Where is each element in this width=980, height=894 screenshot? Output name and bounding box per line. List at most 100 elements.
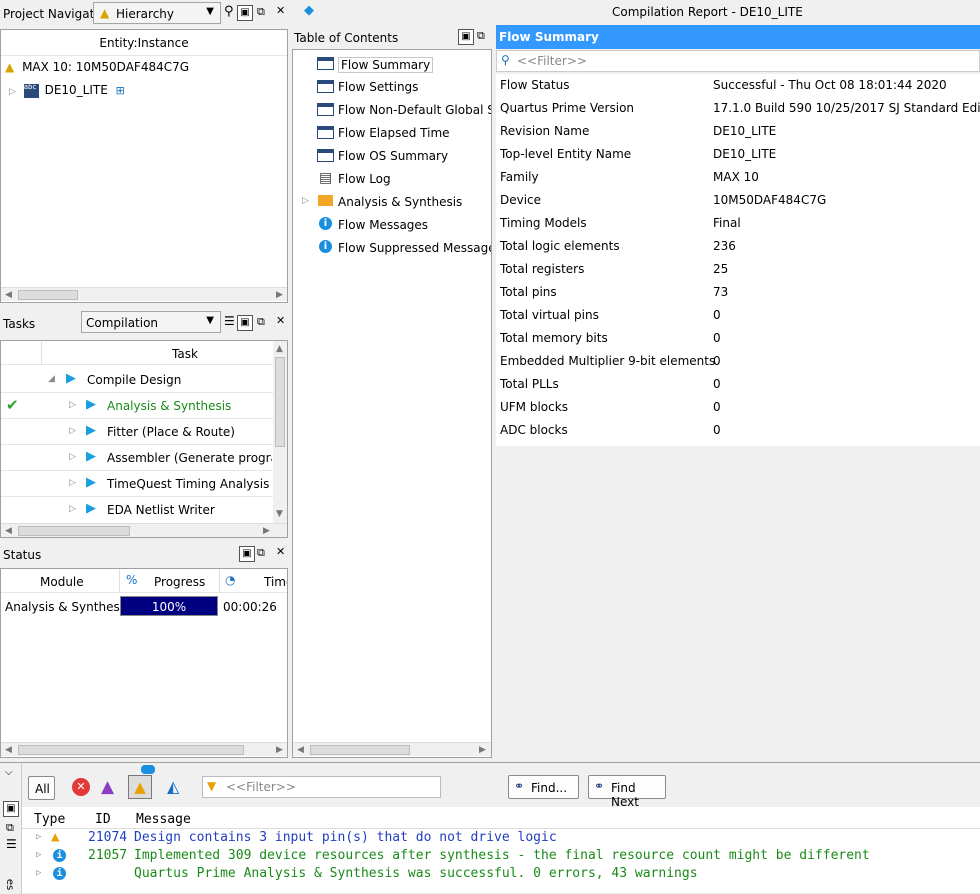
summary-filter[interactable]: ⚲ <<Filter>> [496, 50, 980, 72]
task-row-analysis-synthesis[interactable]: ✔ ▷ ▶ Analysis & Synthesis [1, 393, 273, 419]
expand-arrow-icon[interactable]: ▷ [69, 478, 76, 488]
expand-arrow-icon[interactable]: ▷ [36, 850, 41, 860]
play-icon[interactable]: ▶ [66, 371, 76, 386]
find-next-button[interactable]: ⚭ Find Next [588, 775, 666, 809]
expand-arrow-icon[interactable]: ▷ [9, 87, 16, 97]
play-icon[interactable]: ▶ [86, 423, 96, 438]
expand-arrow-icon[interactable]: ▷ [69, 504, 76, 514]
navigator-scrollbar[interactable]: ◀ ▶ [1, 287, 287, 301]
toc-item[interactable]: ▤ Flow Log [293, 169, 491, 191]
summary-row[interactable]: Top-level Entity Name DE10_LITE [496, 143, 980, 166]
summary-row[interactable]: Revision Name DE10_LITE [496, 120, 980, 143]
scroll-right-icon[interactable]: ▶ [263, 524, 270, 537]
scroll-right-icon[interactable]: ▶ [276, 288, 283, 302]
pin-icon[interactable]: ▣ [237, 5, 253, 21]
message-row[interactable]: ▷ i Quartus Prime Analysis & Synthesis wa… [22, 865, 980, 883]
scrollbar-thumb[interactable] [310, 745, 410, 755]
scroll-down-icon[interactable]: ▼ [276, 507, 283, 521]
scroll-left-icon[interactable]: ◀ [5, 743, 12, 757]
flow-dropdown[interactable]: Compilation ▼ [81, 311, 221, 333]
task-row-eda-netlist[interactable]: ▷ ▶ EDA Netlist Writer [1, 497, 273, 523]
find-button[interactable]: ⚭ Find... [508, 775, 579, 799]
play-icon[interactable]: ▶ [86, 397, 96, 412]
tasks-scrollbar[interactable]: ◀ ▶ [1, 523, 287, 537]
list-icon[interactable]: ☰ [224, 314, 235, 328]
summary-row[interactable]: Total logic elements 236 [496, 235, 980, 258]
task-row-compile-design[interactable]: ◢ ▶ Compile Design [1, 367, 273, 393]
expand-arrow-icon[interactable]: ▷ [69, 426, 76, 436]
status-scrollbar[interactable]: ◀ ▶ [1, 742, 287, 756]
scroll-left-icon[interactable]: ◀ [297, 743, 304, 757]
critical-warning-filter-icon[interactable]: ▲ [101, 777, 114, 797]
collapse-arrow-icon[interactable]: ◢ [48, 374, 55, 384]
pin-icon[interactable]: ⌵ [5, 767, 13, 778]
scroll-left-icon[interactable]: ◀ [5, 524, 12, 537]
expand-arrow-icon[interactable]: ▷ [69, 452, 76, 462]
scroll-right-icon[interactable]: ▶ [479, 743, 486, 757]
toc-scrollbar[interactable]: ◀ ▶ [293, 742, 491, 756]
summary-row[interactable]: Total virtual pins 0 [496, 304, 980, 327]
play-icon[interactable]: ▶ [86, 449, 96, 464]
error-filter-icon[interactable]: ✕ [72, 778, 90, 796]
expand-arrow-icon[interactable]: ▷ [69, 400, 76, 410]
summary-row[interactable]: Flow Status Successful - Thu Oct 08 18:0… [496, 74, 980, 97]
summary-row[interactable]: Family MAX 10 [496, 166, 980, 189]
pin-icon[interactable]: ▣ [3, 801, 19, 817]
toc-item[interactable]: Flow Elapsed Time [293, 123, 491, 145]
toc-item[interactable]: i Flow Suppressed Messages [293, 238, 491, 260]
scroll-up-icon[interactable]: ▲ [276, 342, 283, 356]
play-icon[interactable]: ▶ [86, 501, 96, 516]
toc-item[interactable]: Flow OS Summary [293, 146, 491, 168]
toc-item[interactable]: Flow Non-Default Global Setti [293, 100, 491, 122]
scrollbar-thumb[interactable] [18, 526, 130, 536]
pin-icon[interactable]: ▣ [458, 29, 474, 45]
scroll-left-icon[interactable]: ◀ [5, 288, 12, 302]
float-icon[interactable]: ⧉ [477, 29, 485, 43]
expand-arrow-icon[interactable]: ▷ [36, 868, 41, 878]
message-row[interactable]: ▷ ▲ 21074 Design contains 3 input pin(s) … [22, 829, 980, 847]
task-row-assembler[interactable]: ▷ ▶ Assembler (Generate programm [1, 445, 273, 471]
close-icon[interactable]: ✕ [276, 4, 285, 17]
all-filter-button[interactable]: All [28, 776, 55, 800]
toc-item[interactable]: Flow Settings [293, 77, 491, 99]
device-row[interactable]: ▲ MAX 10: 10M50DAF484C7G [5, 60, 189, 74]
summary-row[interactable]: Timing Models Final [496, 212, 980, 235]
tasks-vertical-scrollbar[interactable]: ▲ ▼ [273, 341, 287, 523]
task-row-fitter[interactable]: ▷ ▶ Fitter (Place & Route) [1, 419, 273, 445]
summary-row[interactable]: ADC blocks 0 [496, 419, 980, 442]
suppress-filter-icon[interactable]: ◭ [167, 777, 179, 796]
summary-row[interactable]: Total pins 73 [496, 281, 980, 304]
close-icon[interactable]: ✕ [276, 545, 285, 558]
summary-row[interactable]: Quartus Prime Version 17.1.0 Build 590 1… [496, 97, 980, 120]
float-icon[interactable]: ⧉ [6, 821, 14, 835]
toc-item[interactable]: Flow Summary [293, 54, 491, 76]
pin-icon[interactable]: ▣ [237, 315, 253, 331]
play-icon[interactable]: ▶ [86, 475, 96, 490]
entity-row[interactable]: ▷ abc DE10_LITE ⊞ [9, 83, 125, 98]
hierarchy-dropdown[interactable]: ▲ Hierarchy ▼ [93, 2, 221, 24]
summary-row[interactable]: Embedded Multiplier 9-bit elements 0 [496, 350, 980, 373]
search-icon[interactable]: ⚲ [224, 4, 234, 19]
task-row-timequest[interactable]: ▷ ▶ TimeQuest Timing Analysis [1, 471, 273, 497]
summary-row[interactable]: Total memory bits 0 [496, 327, 980, 350]
pin-icon[interactable]: ▣ [239, 546, 255, 562]
summary-row[interactable]: UFM blocks 0 [496, 396, 980, 419]
toc-item[interactable]: ▷ Analysis & Synthesis [293, 192, 491, 214]
scrollbar-thumb[interactable] [275, 357, 285, 447]
expand-arrow-icon[interactable]: ▷ [302, 196, 309, 206]
float-icon[interactable]: ⧉ [257, 5, 265, 19]
expand-arrow-icon[interactable]: ▷ [36, 832, 41, 842]
summary-row[interactable]: Total registers 25 [496, 258, 980, 281]
summary-row[interactable]: Total PLLs 0 [496, 373, 980, 396]
warning-filter-icon[interactable]: ▲ [128, 775, 152, 799]
toc-item[interactable]: i Flow Messages [293, 215, 491, 237]
scroll-right-icon[interactable]: ▶ [276, 743, 283, 757]
messages-filter-input[interactable]: ▼ <<Filter>> [202, 776, 441, 798]
summary-row[interactable]: Device 10M50DAF484C7G [496, 189, 980, 212]
scrollbar-thumb[interactable] [18, 290, 78, 300]
message-row[interactable]: ▷ i 21057 Implemented 309 device resource… [22, 847, 980, 865]
scrollbar-thumb[interactable] [18, 745, 244, 755]
menu-icon[interactable]: ☰ [6, 837, 17, 851]
float-icon[interactable]: ⧉ [257, 546, 265, 560]
float-icon[interactable]: ⧉ [257, 315, 265, 329]
